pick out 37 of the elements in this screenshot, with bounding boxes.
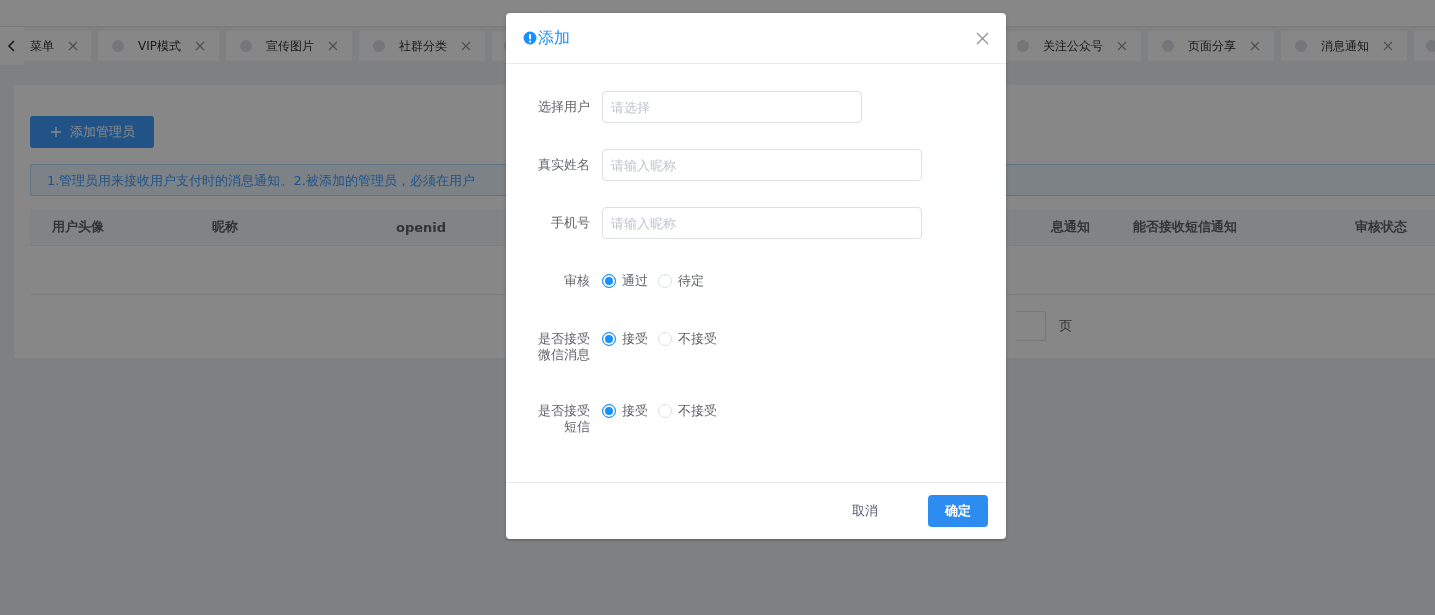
column-header: 息通知 — [1051, 218, 1091, 236]
input-field[interactable]: 请输入昵称 — [602, 207, 922, 239]
tab[interactable]: 社群分类 — [359, 31, 485, 61]
field-label: 手机号 — [550, 215, 590, 231]
tab[interactable]: 关注公众号 — [1003, 31, 1141, 61]
radio-option[interactable]: 不接受 — [658, 331, 717, 347]
column-header: 能否接收短信通知 — [1133, 218, 1238, 236]
page-suffix: 页 — [1059, 317, 1072, 335]
column-header: 用户头像 — [52, 218, 105, 236]
radio-option[interactable]: 接受 — [602, 331, 648, 347]
column-header: 昵称 — [212, 218, 239, 236]
tab-label: 宣传图片 — [265, 37, 315, 55]
tab-label: 社群分类 — [398, 37, 448, 55]
input-field[interactable]: 请输入昵称 — [602, 149, 922, 181]
field-label: 是否接受短信 — [537, 403, 590, 435]
confirm-button[interactable]: 确定 — [928, 495, 988, 527]
tab-label: 消息通知 — [1320, 37, 1370, 55]
tab[interactable]: 菜单 — [24, 31, 91, 61]
dialog-title: 添加 — [538, 27, 570, 49]
column-header: openid — [396, 219, 448, 235]
field-label: 选择用户 — [537, 99, 590, 115]
radio-option[interactable]: 接受 — [602, 403, 648, 419]
field-label: 是否接受微信消息 — [537, 331, 590, 363]
tab[interactable]: 消息通知 — [1281, 31, 1407, 61]
radio-option[interactable]: 待定 — [658, 273, 704, 289]
radio-option[interactable]: 不接受 — [658, 403, 717, 419]
tab-label: VIP模式 — [137, 37, 182, 55]
tab[interactable]: 页面分享 — [1148, 31, 1274, 61]
select-field[interactable]: 请选择 — [602, 91, 862, 123]
tab-label: 菜单 — [29, 37, 55, 55]
field-label: 审核 — [563, 273, 590, 289]
radio-option[interactable]: 通过 — [602, 273, 648, 289]
tab-label: 关注公众号 — [1042, 37, 1104, 55]
column-header: 审核状态 — [1355, 218, 1407, 236]
tab[interactable]: 宣传图片 — [226, 31, 352, 61]
tab-label: 页面分享 — [1187, 37, 1237, 55]
tab[interactable]: VIP模式 — [98, 31, 219, 61]
